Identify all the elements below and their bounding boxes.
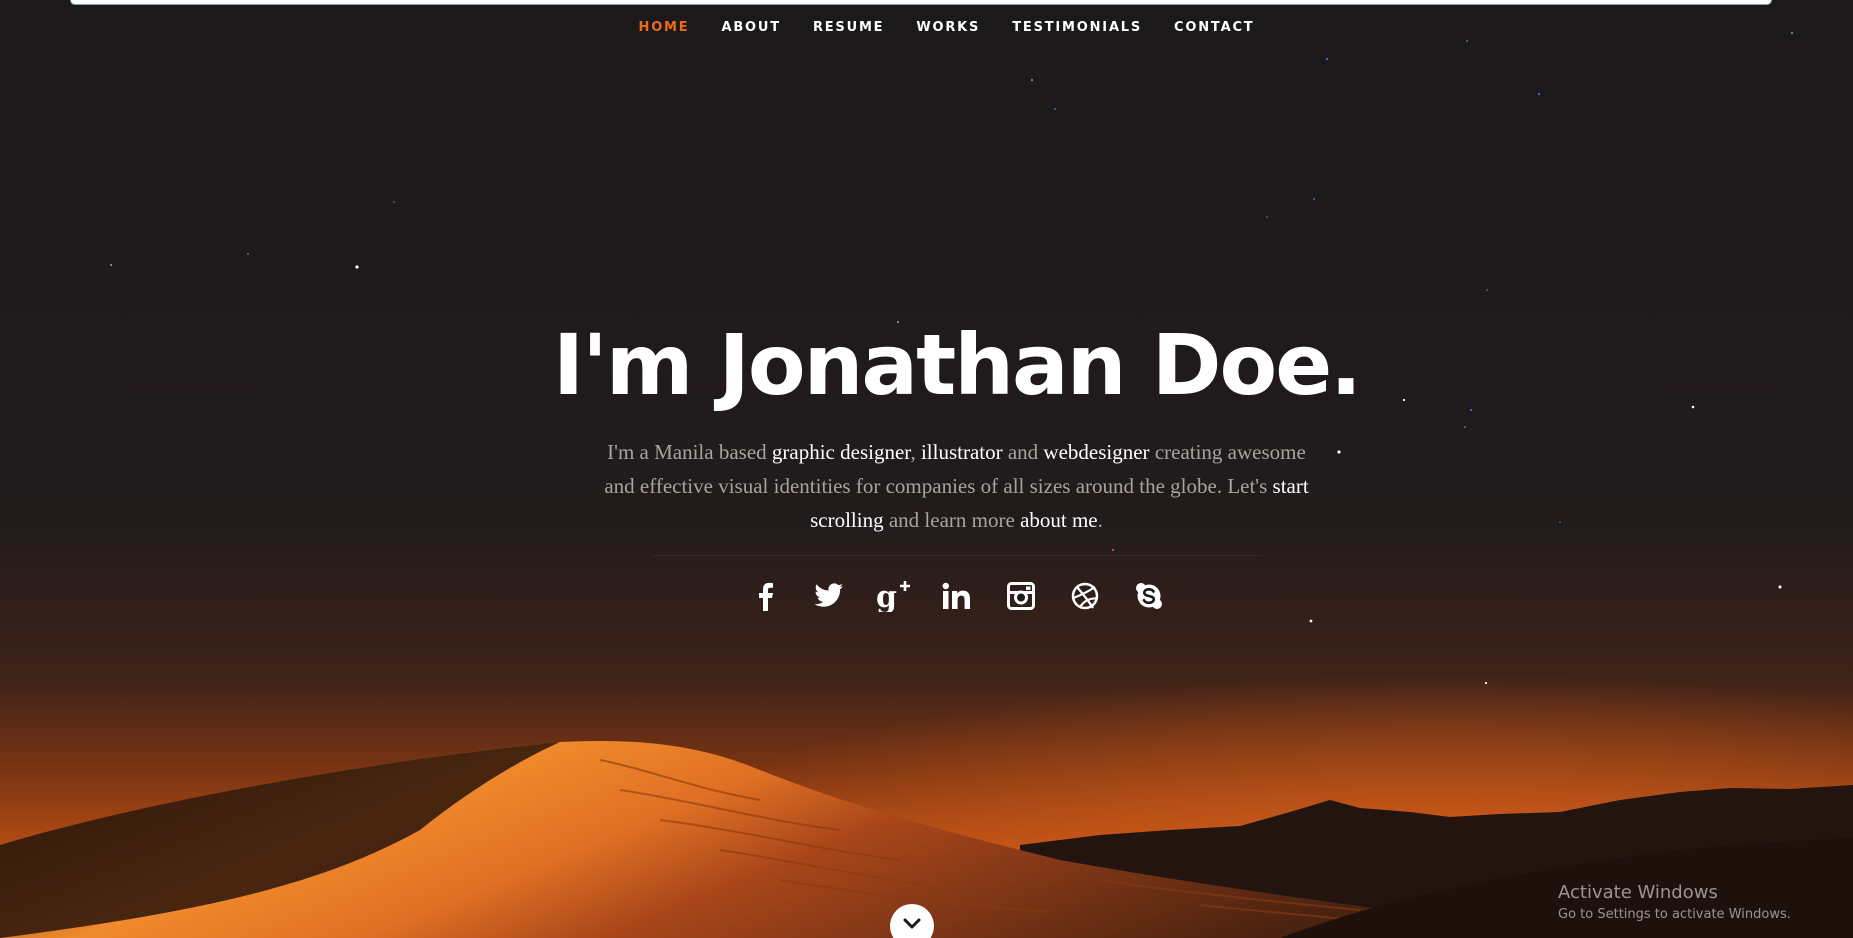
skype-icon[interactable]: [1131, 578, 1167, 614]
hero-divider: [651, 555, 1262, 556]
main-navigation: HOME ABOUT RESUME WORKS TESTIMONIALS CON…: [0, 20, 1853, 35]
twitter-icon[interactable]: [811, 578, 847, 614]
nav-item-resume[interactable]: RESUME: [813, 20, 884, 35]
chevron-down-icon: [903, 918, 921, 929]
intro-text-3: and: [1002, 440, 1044, 464]
google-plus-icon[interactable]: g: [875, 578, 911, 614]
windows-activation-watermark: Activate Windows Go to Settings to activ…: [1558, 882, 1791, 924]
nav-item-home[interactable]: HOME: [639, 20, 690, 35]
instagram-icon[interactable]: [1003, 578, 1039, 614]
dribbble-icon[interactable]: [1067, 578, 1103, 614]
watermark-subtitle: Go to Settings to activate Windows.: [1558, 907, 1791, 922]
intro-text-6: .: [1097, 508, 1103, 532]
hero-intro: I'm a Manila based graphic designer, ill…: [542, 435, 1312, 537]
intro-link-graphic-designer[interactable]: graphic designer: [772, 440, 911, 464]
nav-item-about[interactable]: ABOUT: [721, 20, 780, 35]
intro-link-webdesigner[interactable]: webdesigner: [1043, 440, 1149, 464]
intro-text-1: I'm a Manila based: [607, 440, 772, 464]
nav-item-contact[interactable]: CONTACT: [1174, 20, 1254, 35]
hero-title: I'm Jonathan Doe.: [552, 316, 1362, 414]
nav-item-works[interactable]: WORKS: [916, 20, 980, 35]
nav-item-testimonials[interactable]: TESTIMONIALS: [1012, 20, 1142, 35]
social-links: g: [0, 578, 1853, 614]
facebook-icon[interactable]: [747, 578, 783, 614]
intro-link-illustrator[interactable]: illustrator: [921, 440, 1003, 464]
intro-text-2: ,: [910, 440, 921, 464]
browser-top-edge: [70, 0, 1772, 5]
intro-link-about-me[interactable]: about me: [1020, 508, 1098, 532]
watermark-title: Activate Windows: [1558, 882, 1718, 903]
svg-text:g: g: [876, 580, 897, 612]
hero-section: I'm Jonathan Doe. I'm a Manila based gra…: [0, 315, 1853, 614]
intro-text-5: and learn more: [883, 508, 1021, 532]
linkedin-icon[interactable]: [939, 578, 975, 614]
